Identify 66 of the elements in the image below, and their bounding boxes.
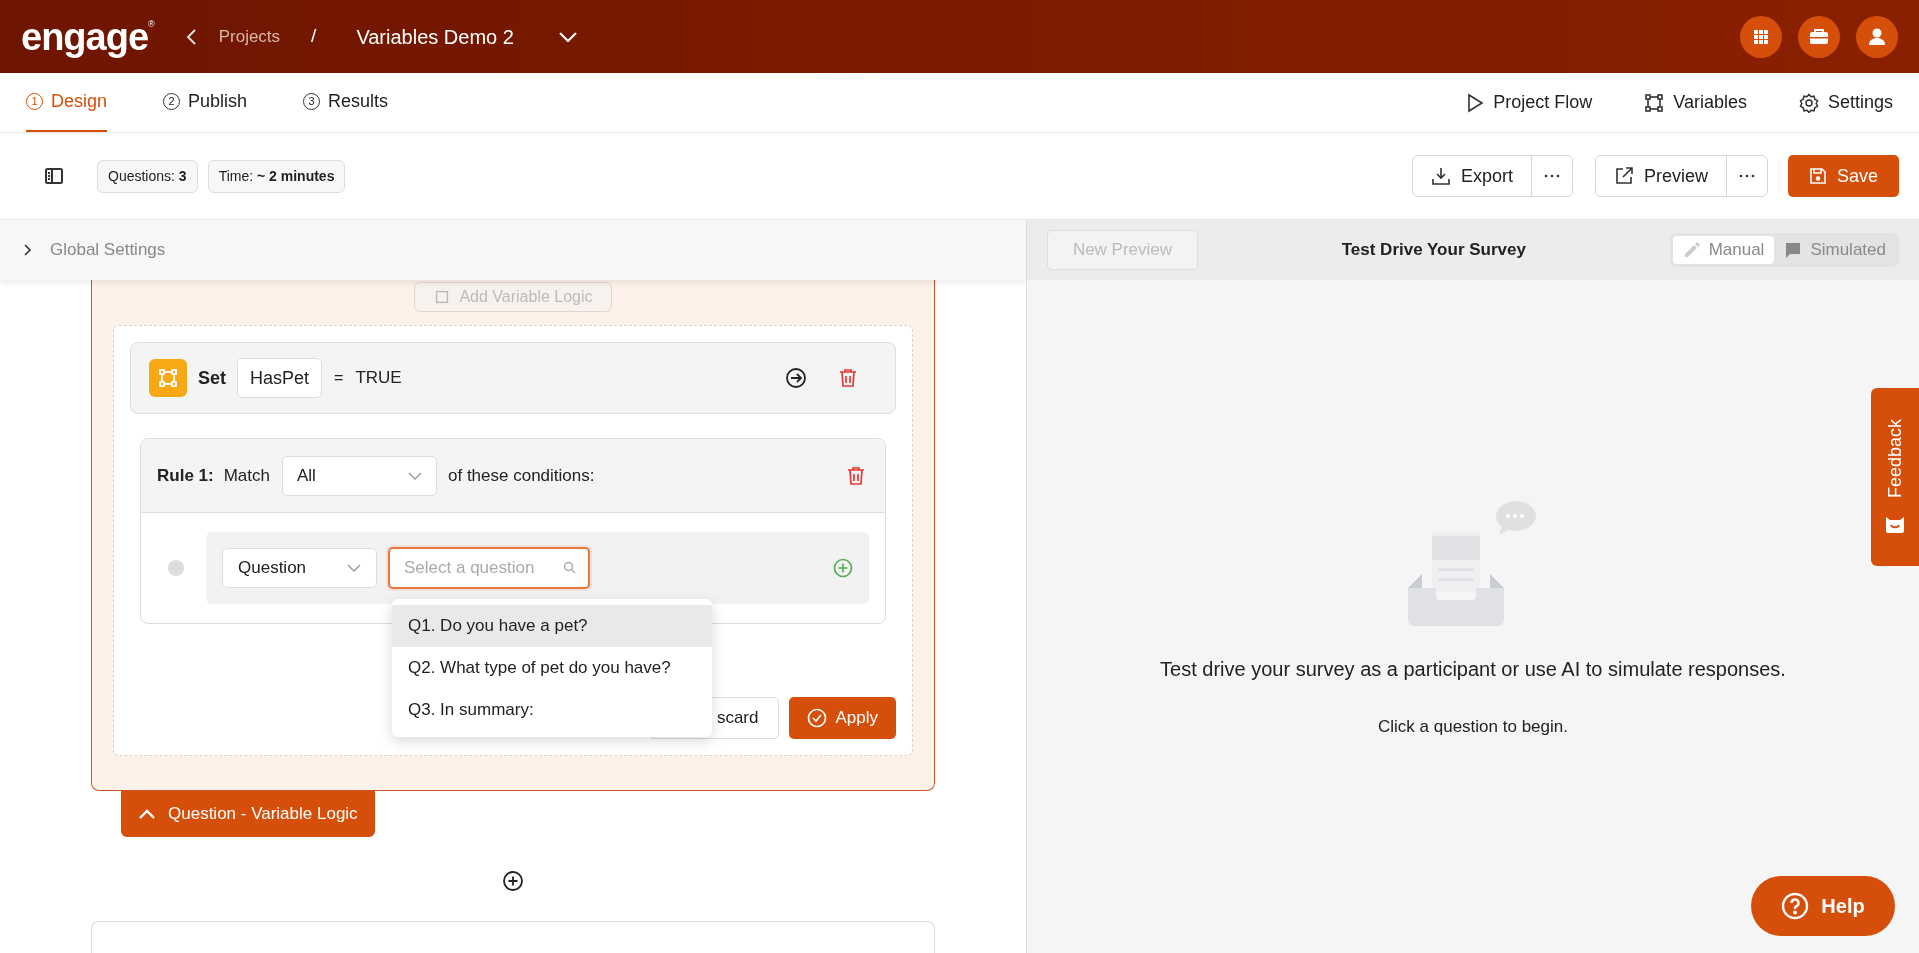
download-icon: [1430, 166, 1451, 186]
nav-link[interactable]: Project Flow: [1466, 89, 1593, 116]
menu-item[interactable]: Q3. In summary:: [392, 689, 712, 731]
step-tab[interactable]: 3 Results: [303, 73, 389, 132]
chevron-down-icon: [408, 471, 422, 480]
chevron-down-icon[interactable]: [557, 30, 578, 43]
logo[interactable]: engage: [21, 17, 149, 56]
delete-icon[interactable]: [847, 465, 865, 486]
registered-mark: ®: [148, 17, 155, 31]
step-tab[interactable]: 1 Design: [26, 73, 108, 132]
set-keyword: Set: [198, 366, 226, 390]
empty-state-message: Test drive your survey as a participant or use AI to simulate responses.: [1160, 657, 1786, 682]
search-icon: [563, 561, 576, 574]
question-search-field[interactable]: Select a question: [388, 547, 590, 589]
play-icon: [1466, 92, 1485, 113]
rule-suffix: of these conditions:: [448, 464, 595, 487]
breadcrumb-link[interactable]: Projects: [218, 23, 281, 50]
match-dropdown[interactable]: All: [282, 455, 437, 496]
apps-grid-icon[interactable]: [1740, 15, 1782, 58]
more-icon: [1543, 174, 1560, 178]
type-dropdown[interactable]: Question: [222, 548, 377, 588]
step-tab[interactable]: 2 Publish: [163, 73, 248, 132]
check-circle-icon: [807, 708, 828, 728]
breadcrumb-separator: /: [311, 24, 317, 49]
external-link-icon: [1613, 166, 1634, 186]
empty-state-hint: Click a question to begin.: [1378, 716, 1568, 738]
settings-bar-label: Global Settings: [50, 239, 166, 262]
help-button[interactable]: Help: [1751, 876, 1895, 936]
preview-title: Test Drive Your Survey: [1340, 239, 1527, 262]
more-icon: [1738, 174, 1755, 178]
menu-item[interactable]: Q1. Do you have a pet?: [392, 605, 712, 647]
save-button[interactable]: Save: [1787, 155, 1899, 197]
mode-option[interactable]: Manual: [1672, 236, 1775, 264]
toolbox-icon[interactable]: [1798, 15, 1840, 58]
section-tab[interactable]: Question - Variable Logic: [121, 791, 375, 837]
apply-button[interactable]: Apply: [789, 697, 896, 739]
project-title[interactable]: Variables Demo 2: [356, 21, 514, 52]
chat-icon: [1784, 241, 1803, 259]
arrow-right-circle-icon[interactable]: [785, 367, 807, 389]
user-icon[interactable]: [1856, 15, 1898, 58]
chevron-down-icon: [347, 564, 361, 572]
variables-icon: [1644, 92, 1665, 113]
back-icon[interactable]: [184, 27, 199, 46]
chevron-up-icon: [138, 808, 156, 820]
rule-label: Rule 1:: [157, 464, 214, 487]
variable-chip: HasPet: [237, 358, 323, 398]
tab-label: Design: [51, 90, 108, 113]
add-icon[interactable]: [502, 870, 524, 892]
match-label: Match: [223, 464, 270, 487]
pencil-icon: [1682, 241, 1701, 259]
variable-value: TRUE: [355, 367, 402, 390]
sidebar-toggle-icon[interactable]: [44, 167, 64, 185]
delete-icon[interactable]: [839, 368, 857, 388]
settings-icon: [1798, 92, 1819, 113]
menu-item[interactable]: Q2. What type of pet do you have?: [392, 647, 712, 689]
stat-badge: Time: ~ 2 minutes: [207, 159, 346, 193]
variables-icon: [158, 368, 178, 388]
operator: =: [334, 368, 344, 388]
tab-label: Publish: [188, 90, 248, 113]
question-circle-icon: [1781, 892, 1810, 920]
feedback-tab[interactable]: Feedback: [1871, 388, 1919, 566]
nav-link[interactable]: Variables: [1644, 89, 1747, 116]
chevron-right-icon[interactable]: [22, 243, 32, 257]
nav-link[interactable]: Settings: [1798, 89, 1893, 116]
tab-label: Results: [328, 90, 389, 113]
stat-badge: Questions: 3: [97, 159, 198, 193]
